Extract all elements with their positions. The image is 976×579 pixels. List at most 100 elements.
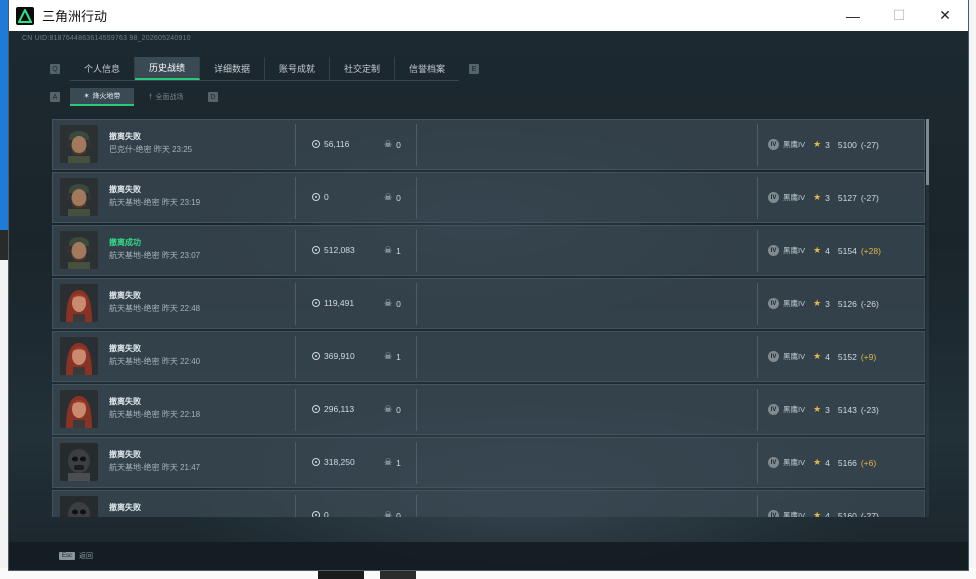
rank-badge-icon: IV <box>768 404 779 415</box>
skull-icon: ☠ <box>384 139 393 149</box>
operator-avatar <box>60 178 98 216</box>
skull-icon: ☠ <box>384 404 393 414</box>
rank-name: 黑鹰IV <box>783 405 806 414</box>
star-icon: ★ <box>813 298 822 308</box>
maximize-button[interactable]: ☐ <box>876 0 922 31</box>
tab-next-key[interactable]: E <box>469 64 479 74</box>
rank-info: IV 黑鹰IV ★ 3 5100 (-27) <box>768 139 879 150</box>
rank-name: 黑鹰IV <box>783 299 806 308</box>
subtab-1[interactable]: † 全面战场 <box>134 88 198 106</box>
star-icon: ★ <box>813 245 822 255</box>
app-logo-icon <box>16 6 34 25</box>
operator-avatar <box>60 231 98 269</box>
star-icon: ★ <box>813 404 822 414</box>
back-button[interactable]: Esc 返回 <box>59 551 93 561</box>
title-bar: 三角洲行动 — ☐ ✕ <box>9 0 968 31</box>
match-row[interactable]: 撤离失败 航天基地-绝密 昨天 22:40 369,910 ☠ 1 IV 黑鹰IV ★ 4 515… <box>52 331 925 382</box>
tab-2[interactable]: 详细数据 <box>200 57 265 80</box>
match-result: 撤离失败 <box>109 291 141 300</box>
match-row[interactable]: 撤离失败 航天基地-绝密 昨天 21:47 318,250 ☠ 1 IV 黑鹰IV ★ 4 516… <box>52 437 925 488</box>
kill-count: ☠ 1 <box>384 457 401 468</box>
match-row[interactable]: 撤离失败 航天基地-绝密 昨天 22:48 119,491 ☠ 0 IV 黑鹰IV ★ 3 512… <box>52 278 925 329</box>
rank-badge-icon: IV <box>768 510 779 517</box>
close-button[interactable]: ✕ <box>922 0 968 31</box>
row-divider <box>295 124 296 166</box>
main-content: CN UID:8187644863614559763 98_2026052409… <box>9 31 968 570</box>
row-divider <box>757 442 758 484</box>
row-divider <box>757 177 758 219</box>
subtab-prev-key[interactable]: A <box>50 92 60 102</box>
haul-value: 296,113 <box>312 404 354 414</box>
rank-info: IV 黑鹰IV ★ 4 5166 (+6) <box>768 457 876 468</box>
rank-score-delta: (+6) <box>860 457 877 468</box>
match-result: 撤离失败 <box>109 344 141 353</box>
row-divider <box>295 389 296 431</box>
match-row[interactable]: 撤离失败 0 ☠ 0 IV 黑鹰IV ★ 4 5160 (-27) <box>52 490 925 517</box>
footer-bar: Esc 返回 <box>9 542 968 570</box>
skull-icon: ☠ <box>384 298 393 308</box>
match-row[interactable]: 撤离成功 航天基地-绝密 昨天 23:07 512,083 ☠ 1 IV 黑鹰IV ★ 4 515… <box>52 225 925 276</box>
row-divider <box>416 283 417 325</box>
skull-icon: ☠ <box>384 457 393 467</box>
close-icon: ✕ <box>939 7 951 23</box>
row-divider <box>757 124 758 166</box>
rank-info: IV 黑鹰IV ★ 3 5126 (-26) <box>768 298 879 309</box>
haul-value-text: 0 <box>324 510 329 517</box>
taskbar-item <box>318 569 364 579</box>
scrollbar-thumb[interactable] <box>926 119 929 185</box>
rank-badge-icon: IV <box>768 298 779 309</box>
subtab-next-key[interactable]: D <box>208 92 218 102</box>
match-row[interactable]: 撤离失败 航天基地-绝密 昨天 23:19 0 ☠ 0 IV 黑鹰IV ★ 3 5127 (-27) <box>52 172 925 223</box>
match-history-list: 撤离失败 巴克什-绝密 昨天 23:25 56,116 ☠ 0 IV 黑鹰IV ★ 3 5100(… <box>52 119 925 517</box>
rank-score: 5100 <box>837 139 857 150</box>
haul-value: 369,910 <box>312 351 355 361</box>
subtab-0[interactable]: ✶ 烽火地带 <box>70 88 134 106</box>
rank-name: 黑鹰IV <box>783 352 806 361</box>
rank-score-delta: (-27) <box>860 510 879 518</box>
rank-score: 5166 <box>837 457 857 468</box>
star-count: 4 <box>825 510 830 518</box>
tab-prev-key[interactable]: Q <box>50 64 60 74</box>
haul-value: 512,083 <box>312 245 355 255</box>
tab-1[interactable]: 历史战绩 <box>135 57 200 80</box>
map-and-time: 巴克什-绝密 昨天 23:25 <box>109 145 193 154</box>
tab-3[interactable]: 账号成就 <box>265 57 330 80</box>
subtab-label: 全面战场 <box>155 94 184 101</box>
row-divider <box>416 336 417 378</box>
operator-avatar <box>60 284 98 322</box>
rank-name: 黑鹰IV <box>783 140 806 149</box>
rank-badge-icon: IV <box>768 139 779 150</box>
kill-count-text: 1 <box>396 457 401 468</box>
match-row[interactable]: 撤离失败 巴克什-绝密 昨天 23:25 56,116 ☠ 0 IV 黑鹰IV ★ 3 5100(… <box>52 119 925 170</box>
kill-count: ☠ 0 <box>384 404 401 415</box>
rank-name: 黑鹰IV <box>783 458 806 467</box>
kill-count-text: 0 <box>396 298 401 309</box>
haul-value-text: 56,116 <box>324 139 350 149</box>
tab-4[interactable]: 社交定制 <box>330 57 395 80</box>
tab-5[interactable]: 信誉档案 <box>395 57 459 80</box>
coin-icon <box>312 511 320 517</box>
minimize-button[interactable]: — <box>830 0 876 31</box>
rank-score: 5160 <box>837 510 857 518</box>
haul-value: 56,116 <box>312 139 349 149</box>
match-result: 撤离失败 <box>109 503 141 512</box>
haul-value: 318,250 <box>312 457 355 467</box>
haul-value-text: 296,113 <box>324 404 355 414</box>
kill-count-text: 0 <box>396 139 401 150</box>
esc-key-hint: Esc <box>59 552 76 560</box>
operator-avatar <box>60 125 98 163</box>
rank-info: IV 黑鹰IV ★ 4 5160 (-27) <box>768 510 879 517</box>
map-and-time: 航天基地-绝密 昨天 23:19 <box>109 198 201 207</box>
coin-icon <box>312 458 320 466</box>
row-divider <box>295 495 296 517</box>
star-count: 3 <box>825 298 830 309</box>
kill-count: ☠ 0 <box>384 298 401 309</box>
maximize-icon: ☐ <box>892 7 906 23</box>
rank-score-delta: (-27) <box>860 139 879 150</box>
match-row[interactable]: 撤离失败 航天基地-绝密 昨天 22:18 296,113 ☠ 0 IV 黑鹰IV ★ 3 514… <box>52 384 925 435</box>
rank-score: 5143 <box>837 404 857 415</box>
star-count: 4 <box>825 245 830 256</box>
coin-icon <box>312 299 320 307</box>
tab-0[interactable]: 个人信息 <box>70 57 135 80</box>
skull-icon: ☠ <box>384 510 393 517</box>
